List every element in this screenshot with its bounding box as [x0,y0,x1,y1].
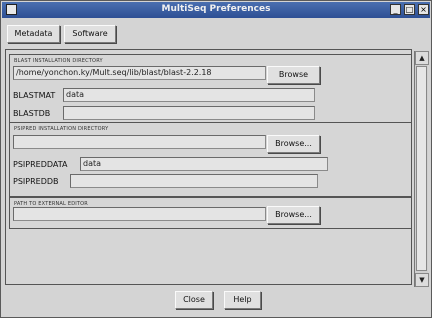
blastdb-label: BLASTDB [13,109,51,118]
blastmat-label: BLASTMAT [13,91,56,100]
psipred-browse-button[interactable]: Browse... [267,135,320,153]
psipreddata-field[interactable]: data [80,157,328,171]
external-editor-section: PATH TO EXTERNAL EDITOR Browse... [9,197,412,229]
close-button[interactable]: Close [175,291,213,309]
preferences-window: MultiSeq Preferences _ □ × Metadata Soft… [0,0,432,318]
psipreddb-label: PSIPREDDB [13,177,59,186]
close-window-button[interactable]: × [418,4,429,15]
metadata-tab-button[interactable]: Metadata [7,25,60,43]
title-bar[interactable]: MultiSeq Preferences _ □ × [2,2,430,18]
blast-section-title: BLAST INSTALLATION DIRECTORY [14,58,103,64]
maximize-button[interactable]: □ [404,4,415,15]
settings-panel: BLAST INSTALLATION DIRECTORY /home/yonch… [5,49,412,285]
scroll-down-arrow-icon[interactable]: ▼ [415,273,429,287]
external-editor-path-field[interactable] [13,207,266,221]
psipred-section-title: PSIPRED INSTALLATION DIRECTORY [14,126,109,132]
scroll-up-arrow-icon[interactable]: ▲ [415,51,429,65]
blast-path-field[interactable]: /home/yonchon.ky/Mult.seq/lib/blast/blas… [13,66,266,80]
blastdb-field[interactable] [63,106,315,120]
help-button[interactable]: Help [224,291,261,309]
psipred-path-field[interactable] [13,135,266,149]
psipreddb-field[interactable] [70,174,318,188]
software-tab-button[interactable]: Software [64,25,116,43]
minimize-button[interactable]: _ [390,4,401,15]
window-title: MultiSeq Preferences [161,4,271,14]
scroll-thumb[interactable] [416,66,427,271]
psipreddata-label: PSIPREDDATA [13,160,68,169]
external-editor-browse-button[interactable]: Browse... [267,206,320,224]
blast-browse-button[interactable]: Browse [267,66,320,84]
vertical-scrollbar[interactable]: ▲ ▼ [414,51,429,287]
blastmat-field[interactable]: data [63,88,315,102]
psipred-section: PSIPRED INSTALLATION DIRECTORY Browse...… [9,122,412,197]
